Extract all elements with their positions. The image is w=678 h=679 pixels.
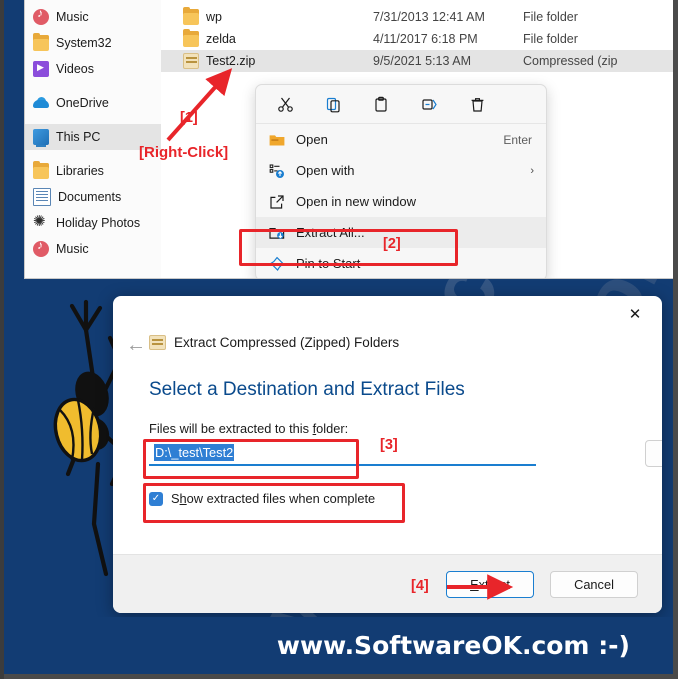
file-date: 9/5/2021 5:13 AM — [373, 54, 471, 68]
footer-bar: www.SoftwareOK.com :-) — [0, 617, 678, 679]
context-menu-item-open-with[interactable]: Open with › — [256, 155, 546, 186]
context-menu-label: Open with — [296, 163, 355, 178]
extract-dialog: ✕ ← Extract Compressed (Zipped) Folders … — [113, 296, 662, 613]
context-menu-item-pin-to-start[interactable]: Pin to Start — [256, 248, 546, 278]
screenshot-root: SoftwareOK.com SoftwareOK.com Music Syst… — [0, 0, 678, 679]
path-field-label: Files will be extracted to this folder: — [149, 421, 349, 436]
table-row-selected[interactable]: Test2.zip 9/5/2021 5:13 AM Compressed (z… — [161, 50, 678, 72]
music-icon — [33, 238, 49, 257]
context-menu-label: Extract All... — [296, 225, 365, 240]
destination-path-value: D:\_test\Test2 — [154, 443, 235, 461]
folder-open-icon — [268, 131, 285, 148]
onedrive-cloud-icon — [33, 95, 49, 111]
sidebar-item-label: System32 — [56, 36, 112, 50]
folder-icon — [33, 161, 49, 179]
annotation-step1: [1] — [180, 110, 198, 126]
sidebar-item-music[interactable]: Music — [25, 4, 161, 30]
annotation-step4: [4] — [411, 578, 429, 594]
file-name: wp — [206, 10, 222, 24]
close-icon[interactable]: ✕ — [622, 302, 648, 326]
copy-icon[interactable] — [310, 89, 356, 119]
show-extracted-checkbox-row[interactable]: ✓ Show extracted files when complete — [149, 491, 375, 506]
sidebar-item-label: Music — [56, 10, 89, 24]
sidebar-item-label: Libraries — [56, 164, 104, 178]
file-type: File folder — [523, 10, 578, 24]
delete-icon[interactable] — [454, 89, 500, 119]
context-menu: Open Enter Open with › Open in new windo… — [255, 84, 547, 278]
document-icon — [33, 188, 51, 206]
this-pc-icon — [33, 129, 49, 147]
folder-icon — [183, 29, 199, 47]
context-menu-item-open-in-new-window[interactable]: Open in new window — [256, 186, 546, 217]
left-edge-border — [0, 0, 4, 679]
video-icon — [33, 61, 49, 77]
sidebar-item-label: Music — [56, 242, 89, 256]
sidebar-item-music-2[interactable]: Music — [25, 236, 161, 262]
context-menu-item-open[interactable]: Open Enter — [256, 124, 546, 155]
context-menu-label: Open — [296, 132, 328, 147]
dialog-heading: Select a Destination and Extract Files — [149, 379, 465, 400]
music-icon — [33, 6, 49, 25]
checkbox-checked-icon[interactable]: ✓ — [149, 491, 163, 506]
checkbox-label: Show extracted files when complete — [171, 491, 376, 506]
annotation-right-click: [Right-Click] — [139, 144, 229, 161]
annotation-step2: [2] — [383, 236, 401, 252]
zip-icon — [183, 53, 199, 69]
sidebar-item-label: Videos — [56, 62, 94, 76]
footer-watermark-text: www.SoftwareOK.com :-) — [276, 631, 630, 660]
file-date: 7/31/2013 12:41 AM — [373, 10, 485, 24]
extract-all-icon — [268, 224, 285, 241]
destination-path-input-wrapper: D:\_test\Test2 — [149, 440, 536, 466]
sidebar-item-label: Holiday Photos — [56, 216, 141, 230]
sidebar-item-onedrive[interactable]: OneDrive — [25, 90, 161, 116]
file-explorer-window: Music System32 Videos OneDrive This PC — [25, 0, 678, 278]
context-menu-label: Open in new window — [296, 194, 416, 209]
sidebar-item-label: Documents — [58, 190, 122, 204]
sidebar-item-system32[interactable]: System32 — [25, 30, 161, 56]
chevron-right-icon: › — [530, 164, 534, 177]
table-row[interactable]: wp 7/31/2013 12:41 AM File folder — [161, 6, 678, 28]
right-edge-border — [673, 0, 678, 679]
file-type: Compressed (zip — [523, 54, 618, 68]
paste-icon[interactable] — [358, 89, 404, 119]
cut-icon[interactable] — [262, 89, 308, 119]
context-menu-accelerator: Enter — [503, 132, 532, 147]
sidebar-item-libraries[interactable]: Libraries — [25, 158, 161, 184]
table-row[interactable]: zelda 4/11/2017 6:18 PM File folder — [161, 28, 678, 50]
context-menu-item-extract-all[interactable]: Extract All... — [256, 217, 546, 248]
sidebar-item-label: This PC — [56, 130, 101, 144]
zip-icon — [149, 335, 166, 350]
file-name: Test2.zip — [206, 54, 256, 68]
dialog-title: Extract Compressed (Zipped) Folders — [174, 335, 400, 350]
folder-icon — [33, 33, 49, 51]
open-with-icon — [268, 162, 285, 179]
destination-path-input[interactable]: D:\_test\Test2 — [149, 440, 536, 466]
file-date: 4/11/2017 6:18 PM — [373, 32, 478, 46]
extract-button[interactable]: Extract — [446, 571, 534, 598]
browse-button[interactable]: Browse... — [645, 440, 662, 467]
dialog-header: Extract Compressed (Zipped) Folders — [149, 335, 399, 350]
context-menu-toolbar — [256, 85, 546, 124]
file-type: File folder — [523, 32, 578, 46]
annotation-step3: [3] — [380, 437, 398, 453]
rename-icon[interactable] — [406, 89, 452, 119]
sidebar-item-documents[interactable]: Documents — [25, 184, 161, 210]
explorer-navigation-pane: Music System32 Videos OneDrive This PC — [25, 0, 162, 278]
sidebar-item-videos[interactable]: Videos — [25, 56, 161, 82]
sidebar-item-holiday-photos[interactable]: Holiday Photos — [25, 210, 161, 236]
cancel-button[interactable]: Cancel — [550, 571, 638, 598]
folder-icon — [183, 7, 199, 25]
sidebar-item-label: OneDrive — [56, 96, 109, 110]
file-name: zelda — [206, 32, 236, 46]
dialog-footer: Extract Cancel — [113, 554, 662, 613]
context-menu-label: Pin to Start — [296, 256, 361, 271]
back-arrow-icon[interactable]: ← — [126, 335, 146, 355]
open-new-window-icon — [268, 193, 285, 210]
photos-icon — [33, 212, 49, 231]
pin-icon — [268, 255, 285, 272]
